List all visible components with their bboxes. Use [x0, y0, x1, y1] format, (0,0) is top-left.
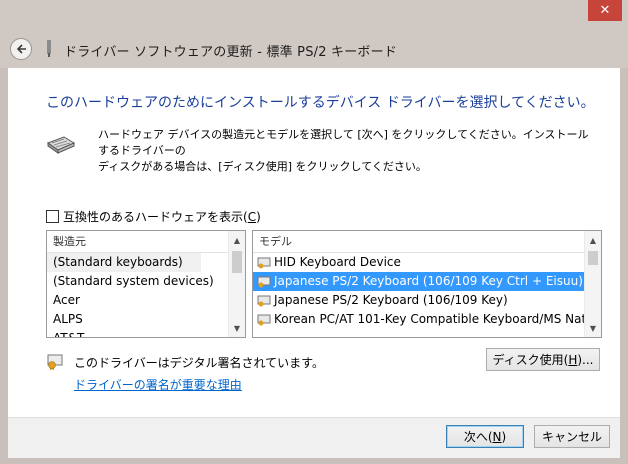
manufacturer-item[interactable]: AT&T	[47, 329, 245, 337]
scrollbar-thumb[interactable]	[588, 251, 598, 265]
manufacturer-item[interactable]: Acer	[47, 291, 245, 310]
compat-hardware-checkbox[interactable]: 互換性のあるハードウェアを表示(C)	[46, 208, 261, 225]
manufacturer-scrollbar[interactable]: ▲ ▼	[228, 231, 245, 337]
signature-info-link[interactable]: ドライバーの署名が重要な理由	[74, 376, 242, 393]
scroll-up-arrow-icon[interactable]: ▲	[229, 232, 245, 248]
page-heading: このハードウェアのためにインストールするデバイス ドライバーを選択してください。	[46, 95, 595, 111]
model-scrollbar[interactable]: ▲ ▼	[584, 231, 601, 337]
back-button[interactable]	[10, 38, 32, 60]
title-bar: ✕ ドライバー ソフトウェアの更新 - 標準 PS/2 キーボード	[0, 0, 628, 68]
scroll-down-arrow-icon[interactable]: ▼	[229, 320, 245, 336]
have-disk-button[interactable]: ディスク使用(H)...	[486, 348, 600, 371]
device-icon	[47, 40, 51, 57]
manufacturer-item[interactable]: (Standard keyboards)	[47, 253, 201, 272]
cancel-button[interactable]: キャンセル	[534, 425, 610, 448]
keyboard-icon	[46, 136, 76, 154]
instruction-line-1: ハードウェア デバイスの製造元とモデルを選択して [次へ] をクリックしてくださ…	[98, 128, 589, 157]
window-title: ドライバー ソフトウェアの更新 - 標準 PS/2 キーボード	[64, 45, 398, 60]
button-bar: 次へ(N) キャンセル	[8, 417, 620, 458]
model-item[interactable]: Japanese PS/2 Keyboard (106/109 Key)	[253, 291, 601, 310]
certified-driver-icon	[257, 257, 271, 269]
back-arrow-icon	[16, 44, 26, 54]
instruction-line-2: ディスクがある場合は、[ディスク使用] をクリックしてください。	[98, 160, 427, 173]
certified-driver-icon	[257, 314, 271, 326]
model-header[interactable]: モデル	[253, 231, 601, 253]
certified-driver-icon	[257, 295, 271, 307]
checkbox-box[interactable]	[46, 210, 59, 223]
model-item[interactable]: HID Keyboard Device	[253, 253, 601, 272]
window-frame: ✕ ドライバー ソフトウェアの更新 - 標準 PS/2 キーボード このハードウ…	[0, 0, 628, 464]
manufacturer-item[interactable]: ALPS	[47, 310, 245, 329]
signature-status: このドライバーはデジタル署名されています。	[74, 356, 324, 370]
manufacturer-item[interactable]: (Standard system devices)	[47, 272, 245, 291]
model-list[interactable]: モデル HID Keyboard Device Japanese PS/2 Ke…	[252, 230, 602, 338]
signed-driver-icon	[47, 354, 63, 370]
model-item-selected[interactable]: Japanese PS/2 Keyboard (106/109 Key Ctrl…	[253, 272, 601, 291]
scrollbar-thumb[interactable]	[232, 251, 242, 273]
certified-driver-icon	[257, 276, 271, 288]
close-icon: ✕	[599, 3, 611, 18]
model-item[interactable]: Korean PC/AT 101-Key Compatible Keyboard…	[253, 310, 601, 329]
instruction-text: ハードウェア デバイスの製造元とモデルを選択して [次へ] をクリックしてくださ…	[98, 127, 598, 175]
compat-label: 互換性のあるハードウェアを表示(C)	[63, 210, 261, 224]
next-button[interactable]: 次へ(N)	[446, 425, 524, 448]
manufacturer-list[interactable]: 製造元 (Standard keyboards) (Standard syste…	[46, 230, 246, 338]
manufacturer-header[interactable]: 製造元	[47, 231, 245, 253]
scroll-down-arrow-icon[interactable]: ▼	[585, 320, 601, 336]
scroll-up-arrow-icon[interactable]: ▲	[585, 232, 601, 248]
close-button[interactable]: ✕	[588, 0, 622, 21]
wizard-content: このハードウェアのためにインストールするデバイス ドライバーを選択してください。…	[8, 68, 620, 417]
